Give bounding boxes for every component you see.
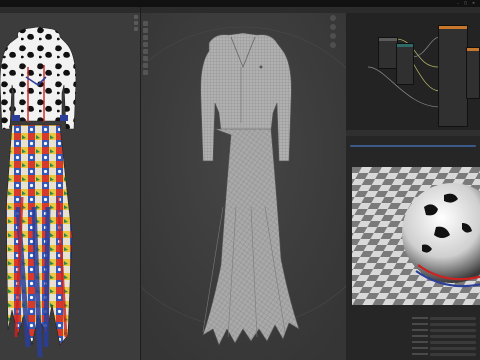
window-titlebar: – ▢ ✕ — [0, 0, 480, 7]
principled-bsdf-node[interactable] — [438, 25, 468, 127]
left-3d-viewport[interactable] — [0, 7, 140, 360]
texture-node[interactable] — [378, 37, 398, 69]
material-settings-fields — [352, 316, 476, 358]
camera-icon[interactable] — [330, 33, 336, 39]
material-output-node[interactable] — [466, 47, 480, 99]
navigation-gizmo[interactable] — [330, 15, 338, 51]
cursor-icon[interactable] — [143, 28, 148, 33]
rotate-icon[interactable] — [134, 21, 138, 25]
center-3d-viewport[interactable] — [141, 7, 346, 360]
grid-icon[interactable] — [330, 42, 336, 48]
tool-shelf[interactable] — [143, 21, 149, 77]
setting-row[interactable] — [352, 352, 476, 358]
material-properties-panel[interactable] — [346, 130, 480, 360]
annotate-icon[interactable] — [143, 63, 148, 68]
scale-icon[interactable] — [143, 49, 148, 54]
material-preview — [352, 167, 480, 305]
left-viewport-tools[interactable] — [134, 15, 139, 33]
rotate-icon[interactable] — [143, 42, 148, 47]
scale-icon[interactable] — [134, 27, 138, 31]
move-icon[interactable] — [134, 15, 138, 19]
window-controls[interactable]: – ▢ ✕ — [457, 0, 477, 7]
select-icon[interactable] — [143, 21, 148, 26]
zoom-icon[interactable] — [330, 15, 336, 21]
properties-header[interactable] — [346, 130, 480, 136]
transform-icon[interactable] — [143, 56, 148, 61]
measure-icon[interactable] — [143, 70, 148, 75]
move-icon[interactable] — [143, 35, 148, 40]
wireframe-garment-mesh — [141, 13, 346, 360]
mix-node[interactable] — [396, 43, 414, 85]
textured-garment-render — [0, 26, 77, 358]
material-slot-bar[interactable] — [350, 145, 476, 148]
checker-sphere-preview — [352, 167, 480, 305]
viewport-stats-overlay — [149, 15, 189, 39]
shader-node-editor[interactable] — [346, 7, 480, 130]
hand-icon[interactable] — [330, 24, 336, 30]
